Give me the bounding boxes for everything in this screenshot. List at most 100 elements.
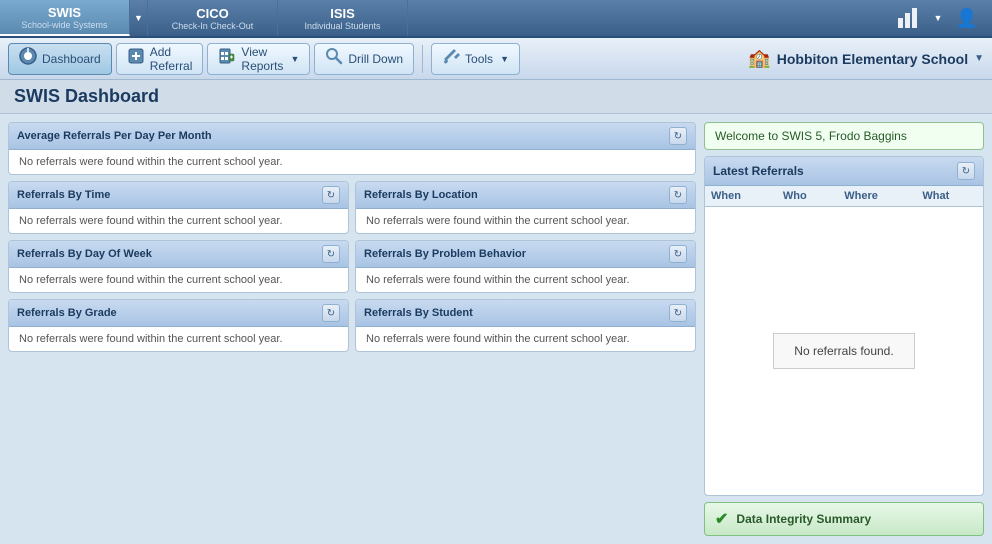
referrals-by-grade-message: No referrals were found within the curre…: [19, 333, 283, 345]
col-what: What: [916, 186, 983, 207]
toolbar-separator: [422, 45, 423, 73]
referrals-by-time-panel: Referrals By Time ↻ No referrals were fo…: [8, 181, 349, 234]
referrals-by-behavior-title: Referrals By Problem Behavior: [364, 248, 526, 260]
latest-referrals-refresh[interactable]: ↻: [957, 162, 975, 180]
referrals-by-student-message: No referrals were found within the curre…: [366, 333, 630, 345]
nav-tab-isis[interactable]: ISIS Individual Students: [278, 0, 408, 36]
school-name: Hobbiton Elementary School: [777, 51, 968, 67]
no-referrals-box: No referrals found.: [773, 333, 914, 369]
reports-icon: [218, 47, 236, 70]
referrals-by-grade-panel: Referrals By Grade ↻ No referrals were f…: [8, 299, 349, 352]
tools-button[interactable]: Tools ▼: [431, 43, 520, 75]
avg-referrals-header: Average Referrals Per Day Per Month ↻: [9, 123, 695, 150]
drill-down-label: Drill Down: [348, 52, 403, 66]
referrals-by-day-panel: Referrals By Day Of Week ↻ No referrals …: [8, 240, 349, 293]
right-panel: Welcome to SWIS 5, Frodo Baggins Latest …: [704, 122, 984, 536]
page-title-bar: SWIS Dashboard: [0, 80, 992, 114]
nav-tab-isis-title: ISIS: [330, 6, 355, 21]
referrals-by-day-body: No referrals were found within the curre…: [9, 268, 348, 292]
referrals-by-behavior-header: Referrals By Problem Behavior ↻: [356, 241, 695, 268]
referrals-by-behavior-panel: Referrals By Problem Behavior ↻ No refer…: [355, 240, 696, 293]
avg-referrals-body: No referrals were found within the curre…: [9, 150, 695, 174]
toolbar-right: 🏫 Hobbiton Elementary School ▼: [748, 48, 984, 69]
referrals-by-time-header: Referrals By Time ↻: [9, 182, 348, 209]
reports-dropdown-arrow: ▼: [290, 54, 299, 64]
referrals-by-day-title: Referrals By Day Of Week: [17, 248, 152, 260]
toolbar: Dashboard AddReferral Vie: [0, 38, 992, 80]
referrals-by-time-message: No referrals were found within the curre…: [19, 215, 283, 227]
drill-down-button[interactable]: Drill Down: [314, 43, 414, 75]
referrals-by-student-refresh[interactable]: ↻: [669, 304, 687, 322]
referrals-by-location-refresh[interactable]: ↻: [669, 186, 687, 204]
bar-chart-icon[interactable]: [894, 4, 924, 32]
latest-referrals-card: Latest Referrals ↻ When Who Where What N…: [704, 156, 984, 496]
nav-tab-cico-title: CICO: [196, 6, 229, 21]
referrals-by-day-refresh[interactable]: ↻: [322, 245, 340, 263]
view-reports-label: ViewReports: [241, 45, 283, 73]
avg-referrals-refresh[interactable]: ↻: [669, 127, 687, 145]
panels-grid: Referrals By Time ↻ No referrals were fo…: [8, 181, 696, 352]
referrals-by-day-message: No referrals were found within the curre…: [19, 274, 283, 286]
referrals-by-location-header: Referrals By Location ↻: [356, 182, 695, 209]
top-navigation: SWIS School-wide Systems ▼ CICO Check-In…: [0, 0, 992, 38]
nav-tab-cico-subtitle: Check-In Check-Out: [172, 21, 254, 31]
referrals-by-student-body: No referrals were found within the curre…: [356, 327, 695, 351]
referrals-by-student-panel: Referrals By Student ↻ No referrals were…: [355, 299, 696, 352]
school-label: 🏫 Hobbiton Elementary School ▼: [748, 48, 984, 69]
referrals-by-student-header: Referrals By Student ↻: [356, 300, 695, 327]
latest-referrals-title: Latest Referrals: [713, 164, 804, 178]
dashboard-label: Dashboard: [42, 52, 101, 66]
dashboard-icon: [19, 47, 37, 70]
referrals-by-time-body: No referrals were found within the curre…: [9, 209, 348, 233]
data-integrity-checkmark-icon: ✔: [715, 509, 728, 529]
tools-icon: [442, 47, 460, 70]
tools-label: Tools: [465, 52, 493, 66]
referrals-by-time-refresh[interactable]: ↻: [322, 186, 340, 204]
referrals-by-time-title: Referrals By Time: [17, 189, 110, 201]
main-content: Average Referrals Per Day Per Month ↻ No…: [0, 114, 992, 544]
referrals-empty-state: No referrals found.: [705, 207, 983, 495]
referrals-by-location-message: No referrals were found within the curre…: [366, 215, 630, 227]
welcome-message: Welcome to SWIS 5, Frodo Baggins: [715, 129, 907, 143]
chart-dropdown-arrow[interactable]: ▼: [932, 13, 944, 23]
add-referral-label: AddReferral: [150, 45, 193, 73]
col-when: When: [705, 186, 777, 207]
referrals-by-grade-body: No referrals were found within the curre…: [9, 327, 348, 351]
user-profile-icon[interactable]: 👤: [952, 4, 982, 32]
nav-tab-swis-title: SWIS: [48, 5, 81, 20]
nav-tabs: SWIS School-wide Systems ▼ CICO Check-In…: [0, 0, 884, 36]
avg-referrals-panel: Average Referrals Per Day Per Month ↻ No…: [8, 122, 696, 175]
add-referral-icon: [127, 47, 145, 70]
referrals-table-head: When Who Where What: [705, 186, 983, 207]
add-referral-button[interactable]: AddReferral: [116, 43, 204, 75]
latest-referrals-header: Latest Referrals ↻: [705, 157, 983, 186]
avg-referrals-message: No referrals were found within the curre…: [19, 156, 283, 168]
nav-tab-swis-subtitle: School-wide Systems: [21, 20, 107, 30]
referrals-by-behavior-body: No referrals were found within the curre…: [356, 268, 695, 292]
nav-tab-swis[interactable]: SWIS School-wide Systems: [0, 0, 130, 36]
page-title: SWIS Dashboard: [14, 86, 159, 106]
view-reports-button[interactable]: ViewReports ▼: [207, 43, 310, 75]
school-icon: 🏫: [748, 48, 770, 69]
referrals-by-grade-title: Referrals By Grade: [17, 307, 117, 319]
referrals-table-header-row: When Who Where What: [705, 186, 983, 207]
dashboard-button[interactable]: Dashboard: [8, 43, 112, 75]
referrals-by-location-body: No referrals were found within the curre…: [356, 209, 695, 233]
referrals-by-student-title: Referrals By Student: [364, 307, 473, 319]
referrals-by-day-header: Referrals By Day Of Week ↻: [9, 241, 348, 268]
col-who: Who: [777, 186, 838, 207]
nav-tab-isis-subtitle: Individual Students: [304, 21, 380, 31]
nav-tab-cico[interactable]: CICO Check-In Check-Out: [148, 0, 278, 36]
avg-referrals-title: Average Referrals Per Day Per Month: [17, 130, 212, 142]
no-referrals-text: No referrals found.: [794, 344, 893, 358]
data-integrity-label: Data Integrity Summary: [736, 512, 871, 526]
data-integrity-bar[interactable]: ✔ Data Integrity Summary: [704, 502, 984, 536]
tools-dropdown-arrow: ▼: [500, 54, 509, 64]
referrals-by-behavior-refresh[interactable]: ↻: [669, 245, 687, 263]
referrals-by-grade-refresh[interactable]: ↻: [322, 304, 340, 322]
referrals-by-location-panel: Referrals By Location ↻ No referrals wer…: [355, 181, 696, 234]
drill-down-icon: [325, 47, 343, 70]
school-dropdown-arrow[interactable]: ▼: [974, 53, 984, 64]
referrals-by-behavior-message: No referrals were found within the curre…: [366, 274, 630, 286]
nav-tab-swis-arrow[interactable]: ▼: [130, 0, 148, 36]
